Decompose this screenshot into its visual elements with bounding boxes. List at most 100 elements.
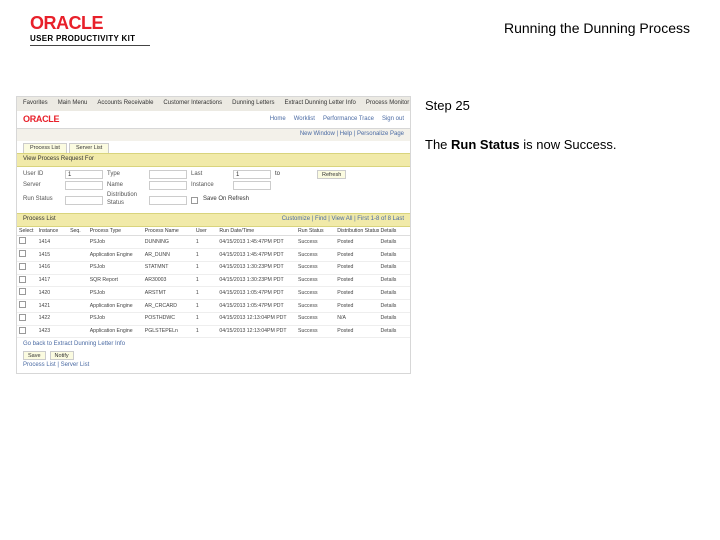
type-select[interactable] [149,170,187,179]
diststatus-select[interactable] [149,196,187,205]
table-cell: Posted [335,300,378,313]
table-cell: DUNNING [143,236,194,249]
row-checkbox[interactable] [19,327,26,334]
name-input[interactable] [149,181,187,190]
table-cell: Application Engine [88,300,143,313]
table-cell: SQR Report [88,274,143,287]
table-cell: 1 [194,287,218,300]
table-cell: 04/15/2013 1:30:23PM PDT [217,261,296,274]
runstatus-select[interactable] [65,196,103,205]
table-cell: 1 [194,325,218,338]
back-link[interactable]: Go back to Extract Dunning Letter Info [23,341,404,349]
row-checkbox[interactable] [19,301,26,308]
col-diststatus: Distribution Status [335,227,378,236]
breadcrumb: Favorites Main Menu Accounts Receivable … [17,97,410,111]
col-runstatus: Run Status [296,227,335,236]
table-cell [68,274,88,287]
breadcrumb-item[interactable]: Favorites [23,100,48,108]
last-input[interactable]: 1 [233,170,271,179]
col-instance: Instance [37,227,68,236]
table-cell[interactable]: Details [379,236,411,249]
table-cell [68,287,88,300]
breadcrumb-item[interactable]: Accounts Receivable [97,100,153,108]
table-cell: Success [296,274,335,287]
sub-bar-links[interactable]: New Window | Help | Personalize Page [17,129,410,141]
table-cell[interactable]: Details [379,287,411,300]
table-cell[interactable]: Details [379,312,411,325]
signout-link[interactable]: Sign out [382,116,404,124]
instruction-panel: Step 25 The Run Status is now Success. [425,96,690,152]
table-row: 1416PSJobSTATMNT104/15/2013 1:30:23PM PD… [17,261,410,274]
table-cell [68,236,88,249]
breadcrumb-item[interactable]: Process Monitor [366,100,409,108]
table-cell[interactable] [17,249,37,262]
table-cell[interactable] [17,236,37,249]
footer-area: Go back to Extract Dunning Letter Info S… [17,338,410,373]
tab-server-list[interactable]: Server List [69,143,109,153]
table-cell[interactable] [17,300,37,313]
table-cell: Success [296,300,335,313]
main-layout: Favorites Main Menu Accounts Receivable … [0,52,720,374]
footer-tabs-link[interactable]: Process List | Server List [23,362,404,370]
process-list-title: Process List [23,216,56,222]
table-cell: Posted [335,287,378,300]
table-cell: AR_CRCARD [143,300,194,313]
logo-rule [30,45,150,46]
table-row: 1423Application EnginePGLSTEPELn104/15/2… [17,325,410,338]
user-input[interactable]: 1 [65,170,103,179]
table-cell[interactable] [17,312,37,325]
table-cell: 04/15/2013 12:13:04PM PDT [217,312,296,325]
table-cell: 1416 [37,261,68,274]
page-title: Running the Dunning Process [504,14,690,36]
worklist-link[interactable]: Worklist [294,116,315,124]
row-checkbox[interactable] [19,288,26,295]
row-checkbox[interactable] [19,314,26,321]
table-cell[interactable] [17,325,37,338]
col-procname: Process Name [143,227,194,236]
breadcrumb-item[interactable]: Extract Dunning Letter Info [284,100,355,108]
refresh-button[interactable]: Refresh [317,170,346,179]
breadcrumb-item[interactable]: Dunning Letters [232,100,274,108]
col-seq: Seq. [68,227,88,236]
table-cell[interactable]: Details [379,300,411,313]
row-checkbox[interactable] [19,263,26,270]
home-link[interactable]: Home [270,116,286,124]
tab-process-list[interactable]: Process List [23,143,67,153]
save-button[interactable]: Save [23,351,46,360]
breadcrumb-item[interactable]: Customer Interactions [163,100,222,108]
server-select[interactable] [65,181,103,190]
row-checkbox[interactable] [19,237,26,244]
row-checkbox[interactable] [19,276,26,283]
table-cell [68,325,88,338]
table-cell [68,312,88,325]
table-cell: 1 [194,300,218,313]
perf-link[interactable]: Performance Trace [323,116,374,124]
table-cell: 04/15/2013 1:45:47PM PDT [217,249,296,262]
table-cell[interactable] [17,287,37,300]
breadcrumb-item[interactable]: Main Menu [58,100,88,108]
upk-subtitle: USER PRODUCTIVITY KIT [30,34,150,43]
instance-input[interactable] [233,181,271,190]
app-screenshot: Favorites Main Menu Accounts Receivable … [16,96,411,374]
section-process-list: Process List Customize | Find | View All… [17,213,410,227]
table-cell[interactable]: Details [379,325,411,338]
table-cell: N/A [335,312,378,325]
table-cell[interactable] [17,261,37,274]
table-cell[interactable] [17,274,37,287]
desc-suffix: is now Success. [520,137,617,152]
row-checkbox[interactable] [19,250,26,257]
table-cell[interactable]: Details [379,249,411,262]
paging-controls[interactable]: Customize | Find | View All | First 1-8 … [282,216,404,224]
table-cell: AR30003 [143,274,194,287]
table-cell[interactable]: Details [379,261,411,274]
table-row: 1415Application EngineAR_DUNN104/15/2013… [17,249,410,262]
save-on-refresh-checkbox[interactable] [191,197,198,204]
table-cell: 1415 [37,249,68,262]
table-cell [68,261,88,274]
notify-button[interactable]: Notify [50,351,74,360]
table-cell[interactable]: Details [379,274,411,287]
oracle-logo-text: ORACLE [30,14,150,32]
process-table: Select Instance Seq. Process Type Proces… [17,227,410,339]
table-cell: POSTHDWC [143,312,194,325]
table-row: 1421Application EngineAR_CRCARD104/15/20… [17,300,410,313]
